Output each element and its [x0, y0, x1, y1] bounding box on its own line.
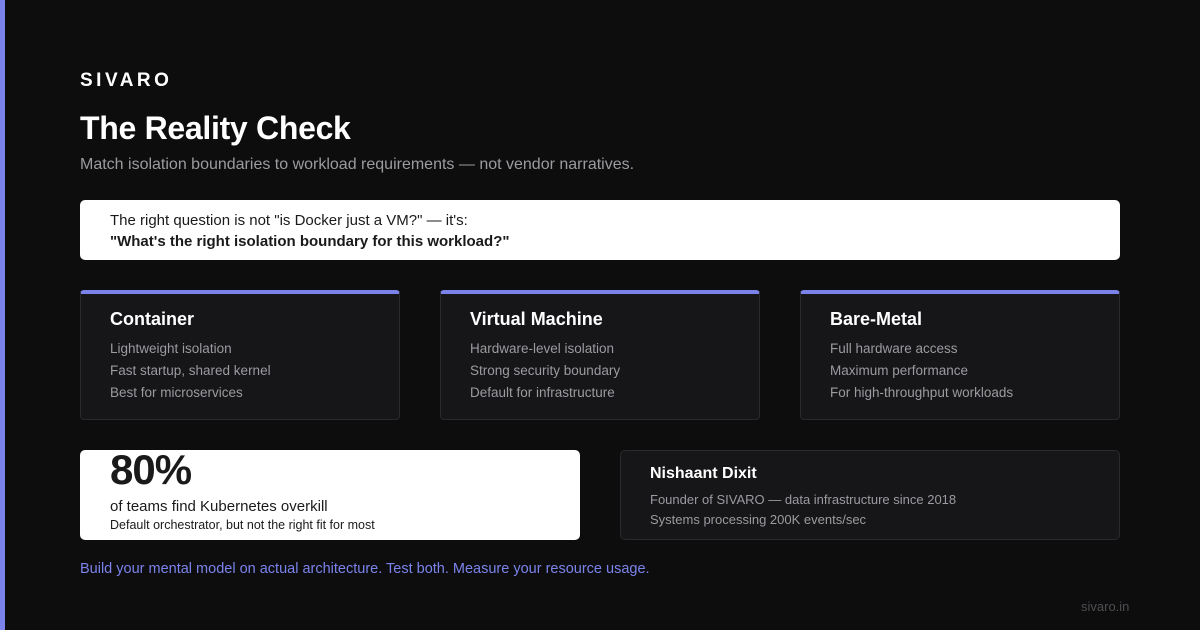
card-title: Bare-Metal	[830, 309, 923, 329]
page-title: The Reality Check	[80, 110, 351, 146]
card-title: Container	[110, 309, 195, 329]
author-bio-line: Founder of SIVARO — data infrastructure …	[650, 492, 957, 507]
card-line: Default for infrastructure	[470, 385, 615, 400]
page-subtitle: Match isolation boundaries to workload r…	[80, 156, 635, 173]
card-line: For high-throughput workloads	[830, 385, 1014, 400]
left-accent-bar	[0, 0, 5, 630]
stat-label: of teams find Kubernetes overkill	[110, 498, 328, 515]
stat-note: Default orchestrator, but not the right …	[110, 518, 375, 532]
card-line: Full hardware access	[830, 341, 958, 356]
brand-logo-text: SIVARO	[80, 70, 173, 91]
card-line: Best for microservices	[110, 385, 243, 400]
card-line: Lightweight isolation	[110, 341, 232, 356]
card-virtual-machine: Virtual Machine Hardware-level isolation…	[440, 290, 760, 420]
card-bare-metal: Bare-Metal Full hardware access Maximum …	[800, 290, 1120, 420]
author-bio-line: Systems processing 200K events/sec	[650, 512, 867, 527]
card-line: Hardware-level isolation	[470, 341, 615, 356]
stat-callout: 80% of teams find Kubernetes overkill De…	[80, 450, 580, 540]
card-title: Virtual Machine	[470, 309, 603, 329]
footer-url: sivaro.in	[1081, 599, 1130, 614]
author-name: Nishaant Dixit	[650, 465, 757, 482]
call-to-action: Build your mental model on actual archit…	[80, 561, 650, 577]
question-callout: The right question is not "is Docker jus…	[80, 200, 1120, 260]
card-line: Strong security boundary	[470, 363, 621, 378]
stat-value: 80%	[110, 450, 192, 493]
question-text: The right question is not "is Docker jus…	[110, 212, 468, 229]
question-emphasis: "What's the right isolation boundary for…	[110, 233, 510, 250]
card-line: Maximum performance	[830, 363, 969, 378]
card-container: Container Lightweight isolation Fast sta…	[80, 290, 400, 420]
author-card: Nishaant Dixit Founder of SIVARO — data …	[620, 450, 1120, 540]
card-line: Fast startup, shared kernel	[110, 363, 271, 378]
